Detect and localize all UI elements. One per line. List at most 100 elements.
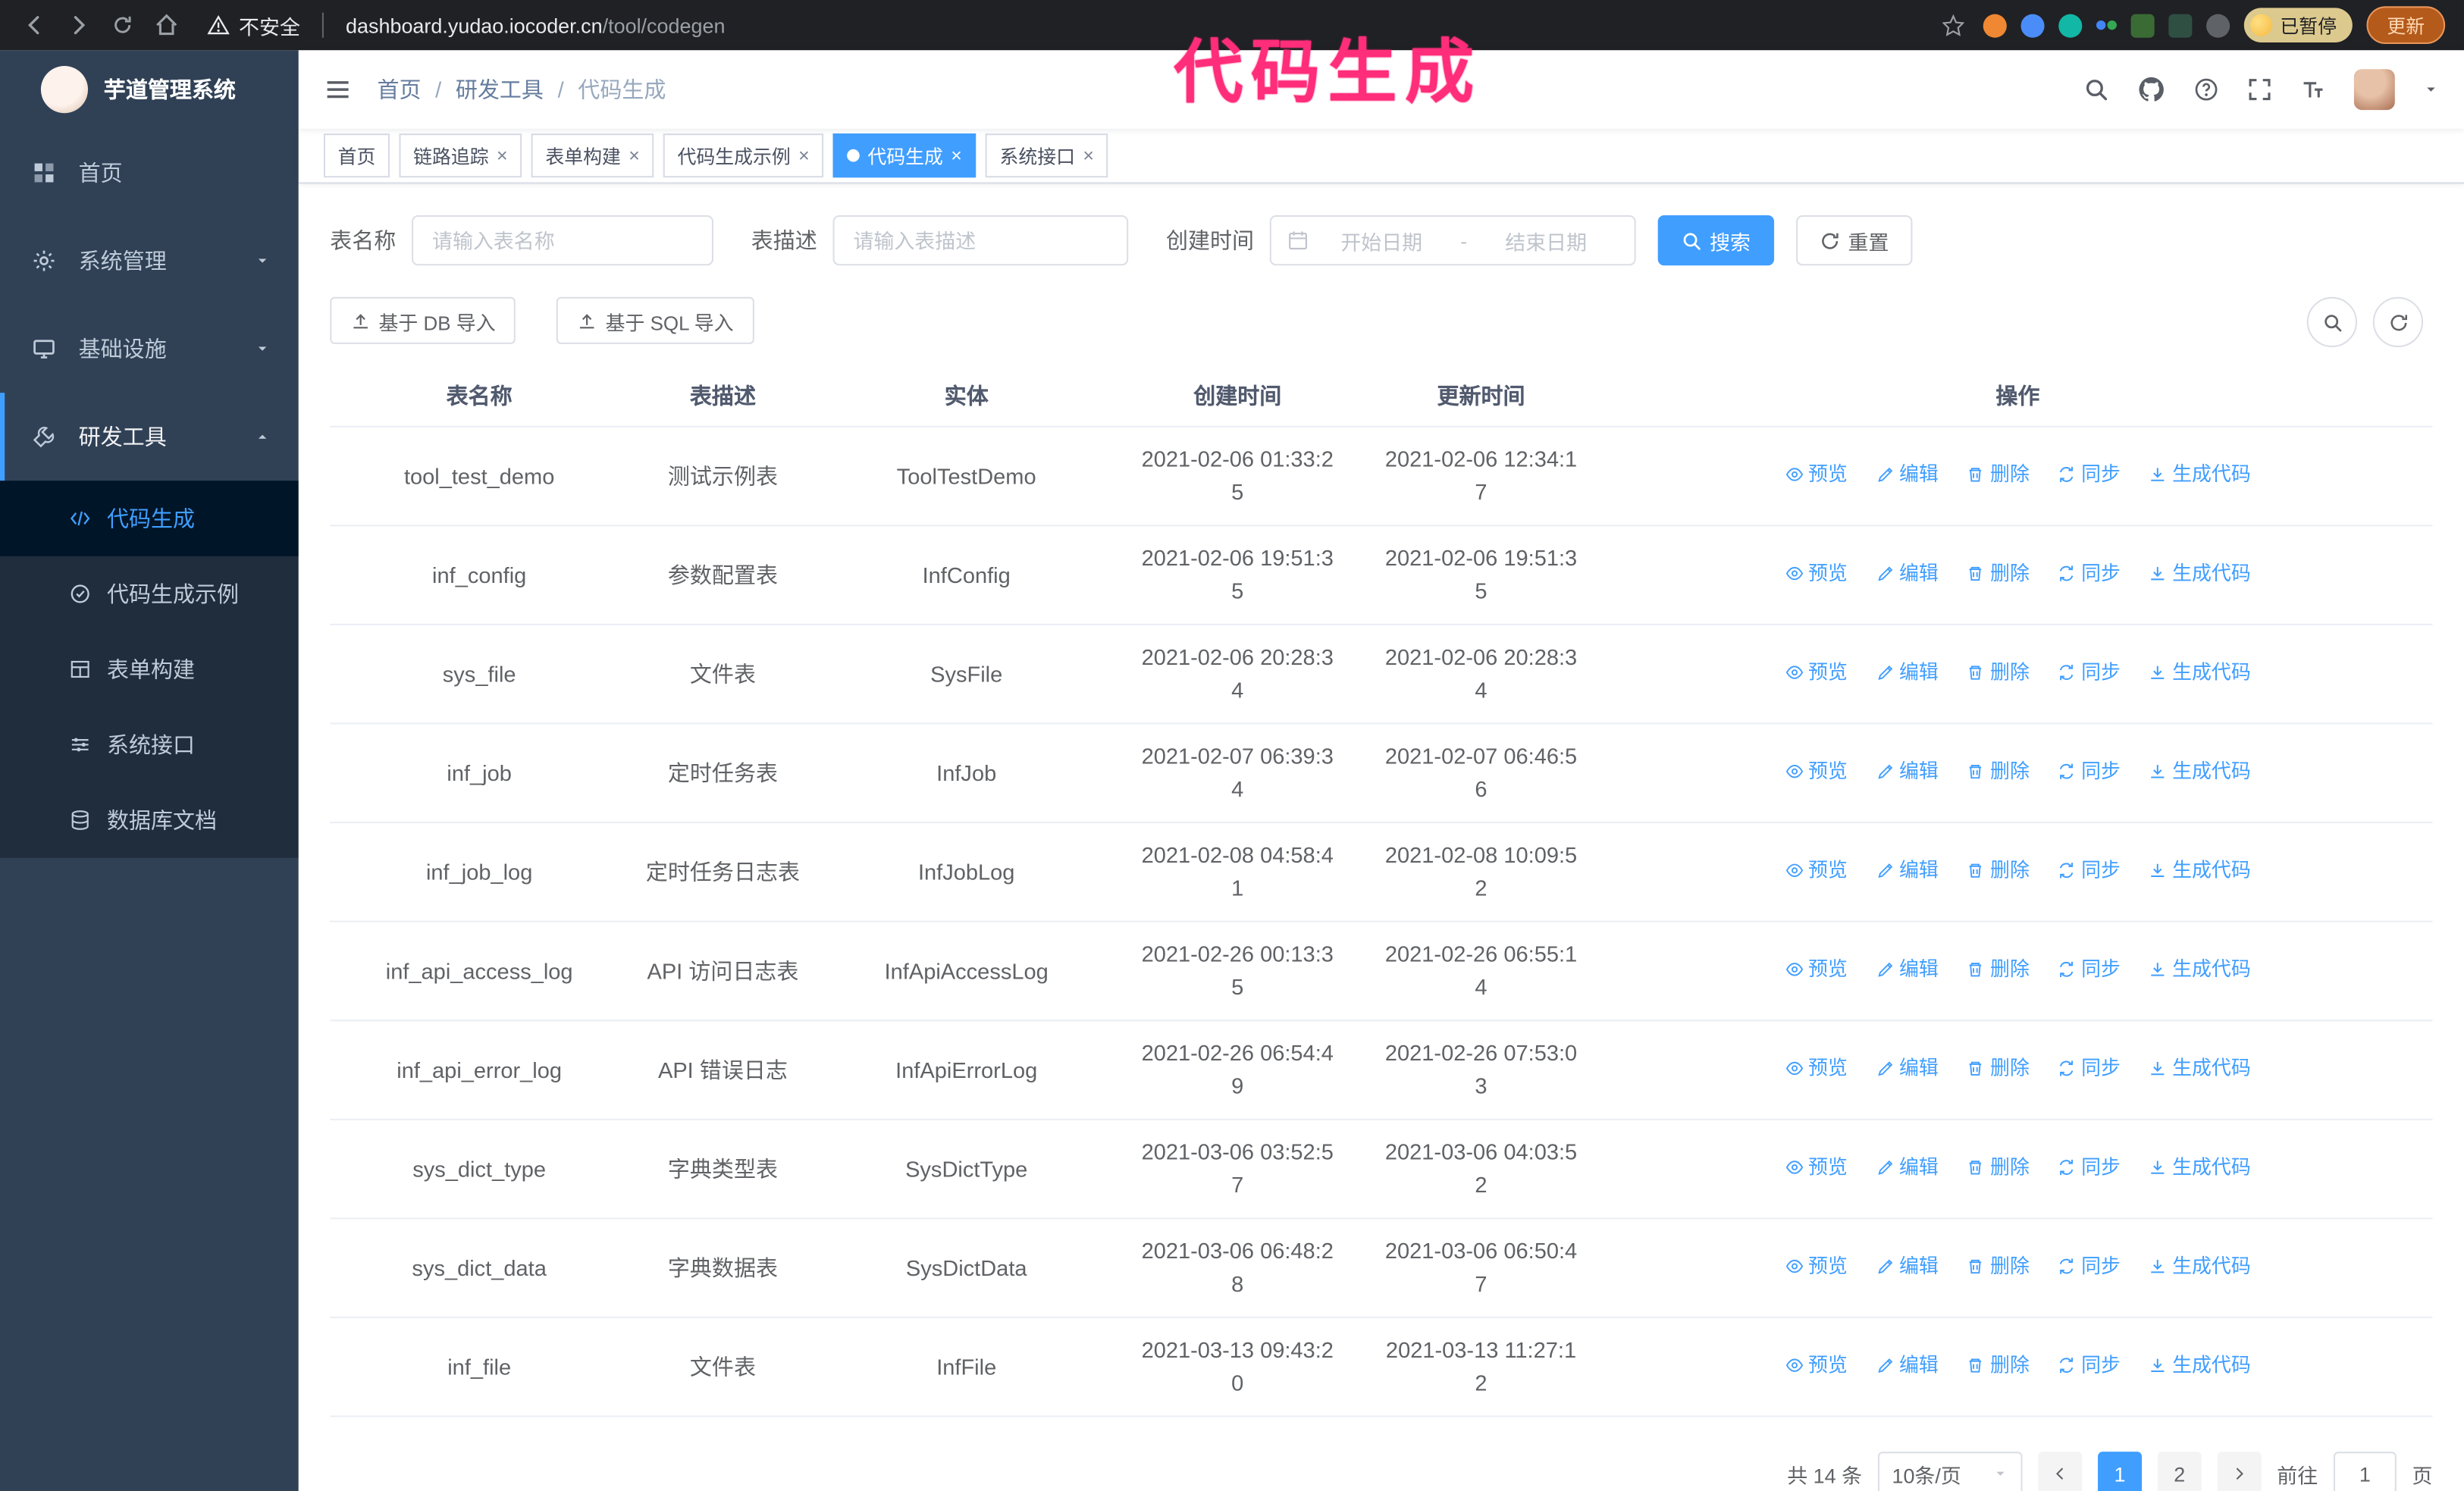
import-db-button[interactable]: 基于 DB 导入 xyxy=(330,296,516,344)
fullscreen-icon[interactable] xyxy=(2247,77,2272,102)
action-delete[interactable]: 删除 xyxy=(1967,1349,2030,1383)
action-generate[interactable]: 生成代码 xyxy=(2149,656,2251,690)
extension-icon[interactable] xyxy=(1983,13,2007,37)
page-button-2[interactable]: 2 xyxy=(2157,1452,2202,1491)
extension-icon[interactable] xyxy=(2168,13,2193,37)
tab-codegen[interactable]: 代码生成 × xyxy=(832,133,977,178)
table-desc-input[interactable] xyxy=(832,215,1129,266)
search-button[interactable]: 搜索 xyxy=(1657,215,1775,266)
update-button[interactable]: 更新 xyxy=(2366,6,2446,45)
action-sync[interactable]: 同步 xyxy=(2058,656,2121,690)
extension-icon[interactable] xyxy=(2058,13,2083,37)
action-edit[interactable]: 编辑 xyxy=(1876,755,1939,788)
action-preview[interactable]: 预览 xyxy=(1785,1250,1848,1283)
help-icon[interactable] xyxy=(2193,77,2218,102)
action-generate[interactable]: 生成代码 xyxy=(2149,459,2251,492)
sidebar-item-home[interactable]: 首页 xyxy=(0,129,299,217)
action-sync[interactable]: 同步 xyxy=(2058,459,2121,492)
action-generate[interactable]: 生成代码 xyxy=(2149,1250,2251,1283)
extension-icon[interactable] xyxy=(2020,13,2045,37)
reset-button[interactable]: 重置 xyxy=(1796,215,1913,266)
fontsize-icon[interactable] xyxy=(2300,77,2325,102)
tab-codegen-example[interactable]: 代码生成示例 × xyxy=(663,133,824,178)
action-edit[interactable]: 编辑 xyxy=(1876,656,1939,690)
action-generate[interactable]: 生成代码 xyxy=(2149,557,2251,590)
action-delete[interactable]: 删除 xyxy=(1967,854,2030,888)
action-delete[interactable]: 删除 xyxy=(1967,954,2030,987)
close-icon[interactable]: × xyxy=(629,146,640,165)
reload-button[interactable] xyxy=(107,9,138,40)
action-sync[interactable]: 同步 xyxy=(2058,1250,2121,1283)
action-sync[interactable]: 同步 xyxy=(2058,557,2121,590)
breadcrumb-home[interactable]: 首页 xyxy=(377,74,421,105)
action-sync[interactable]: 同步 xyxy=(2058,1151,2121,1185)
user-avatar[interactable] xyxy=(2353,69,2395,111)
tab-form-builder[interactable]: 表单构建 × xyxy=(531,133,654,178)
avatar-caret-icon[interactable] xyxy=(2423,82,2439,98)
action-delete[interactable]: 删除 xyxy=(1967,656,2030,690)
refresh-table-button[interactable] xyxy=(2372,296,2424,348)
action-preview[interactable]: 预览 xyxy=(1785,954,1848,987)
home-button[interactable] xyxy=(151,9,182,40)
action-delete[interactable]: 删除 xyxy=(1967,1250,2030,1283)
action-edit[interactable]: 编辑 xyxy=(1876,1250,1939,1283)
sidebar-item-infra[interactable]: 基础设施 xyxy=(0,305,299,393)
action-generate[interactable]: 生成代码 xyxy=(2149,954,2251,987)
action-edit[interactable]: 编辑 xyxy=(1876,954,1939,987)
close-icon[interactable]: × xyxy=(1083,146,1094,165)
github-icon[interactable] xyxy=(2137,75,2165,103)
action-sync[interactable]: 同步 xyxy=(2058,854,2121,888)
action-edit[interactable]: 编辑 xyxy=(1876,459,1939,492)
start-date-placeholder[interactable]: 开始日期 xyxy=(1309,225,1454,255)
action-preview[interactable]: 预览 xyxy=(1785,1349,1848,1383)
forward-button[interactable] xyxy=(63,9,94,40)
close-icon[interactable]: × xyxy=(951,146,962,165)
action-sync[interactable]: 同步 xyxy=(2058,1349,2121,1383)
puzzle-extension-icon[interactable] xyxy=(2206,13,2230,37)
import-sql-button[interactable]: 基于 SQL 导入 xyxy=(556,296,754,344)
extension-icon[interactable] xyxy=(2130,13,2155,37)
date-range-picker[interactable]: 开始日期 - 结束日期 xyxy=(1269,215,1636,266)
next-page-button[interactable] xyxy=(2217,1452,2262,1491)
app-logo[interactable]: 芋道管理系统 xyxy=(0,50,299,129)
action-sync[interactable]: 同步 xyxy=(2058,954,2121,987)
action-preview[interactable]: 预览 xyxy=(1785,755,1848,788)
tab-home[interactable]: 首页 xyxy=(323,133,390,178)
site-security[interactable]: 不安全 xyxy=(208,10,300,39)
action-delete[interactable]: 删除 xyxy=(1967,459,2030,492)
table-name-input[interactable] xyxy=(412,215,714,266)
action-sync[interactable]: 同步 xyxy=(2058,1052,2121,1085)
toggle-search-button[interactable] xyxy=(2306,296,2358,348)
action-preview[interactable]: 预览 xyxy=(1785,459,1848,492)
action-preview[interactable]: 预览 xyxy=(1785,656,1848,690)
action-edit[interactable]: 编辑 xyxy=(1876,1151,1939,1185)
action-generate[interactable]: 生成代码 xyxy=(2149,1052,2251,1085)
extension-icon[interactable] xyxy=(2096,20,2117,30)
url-bar[interactable]: dashboard.yudao.iocoder.cn/tool/codegen xyxy=(346,14,725,37)
action-delete[interactable]: 删除 xyxy=(1967,755,2030,788)
prev-page-button[interactable] xyxy=(2038,1452,2083,1491)
search-icon[interactable] xyxy=(2083,77,2108,102)
tab-api[interactable]: 系统接口 × xyxy=(985,133,1108,178)
action-generate[interactable]: 生成代码 xyxy=(2149,755,2251,788)
action-edit[interactable]: 编辑 xyxy=(1876,557,1939,590)
end-date-placeholder[interactable]: 结束日期 xyxy=(1474,225,1619,255)
close-icon[interactable]: × xyxy=(497,146,508,165)
paused-badge[interactable]: 已暂停 xyxy=(2243,8,2353,42)
action-delete[interactable]: 删除 xyxy=(1967,557,2030,590)
action-edit[interactable]: 编辑 xyxy=(1876,854,1939,888)
bookmark-star-icon[interactable] xyxy=(1938,9,1969,40)
sidebar-item-codegen-example[interactable]: 代码生成示例 xyxy=(0,556,299,631)
action-preview[interactable]: 预览 xyxy=(1785,1052,1848,1085)
action-edit[interactable]: 编辑 xyxy=(1876,1052,1939,1085)
goto-page-input[interactable] xyxy=(2333,1452,2397,1491)
action-preview[interactable]: 预览 xyxy=(1785,1151,1848,1185)
page-size-select[interactable]: 10条/页 xyxy=(1877,1452,2023,1491)
sidebar-item-devtools[interactable]: 研发工具 xyxy=(0,393,299,481)
action-generate[interactable]: 生成代码 xyxy=(2149,1151,2251,1185)
action-preview[interactable]: 预览 xyxy=(1785,557,1848,590)
action-edit[interactable]: 编辑 xyxy=(1876,1349,1939,1383)
close-icon[interactable]: × xyxy=(798,146,810,165)
tab-tracing[interactable]: 链路追踪 × xyxy=(399,133,522,178)
hamburger-button[interactable] xyxy=(324,75,352,103)
